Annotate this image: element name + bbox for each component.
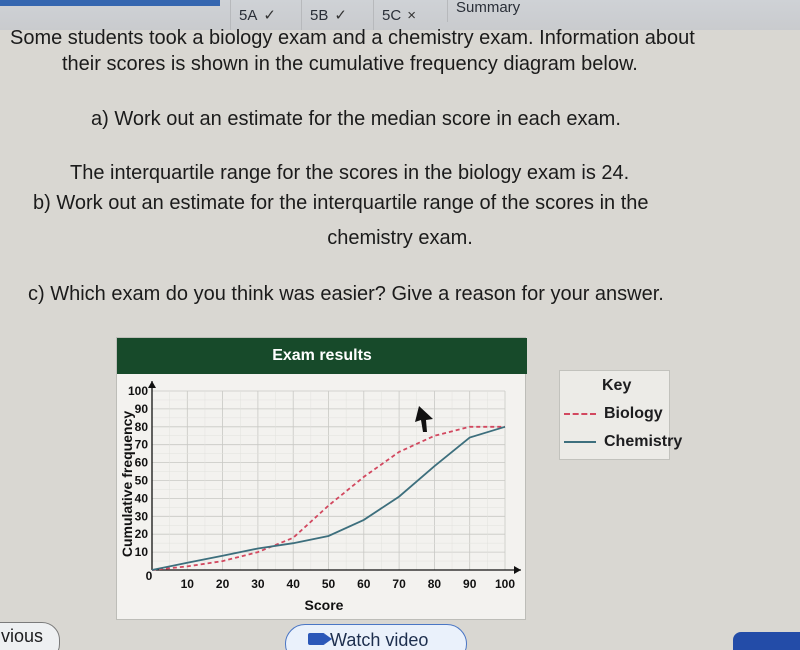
chart-key: Key Biology Chemistry	[559, 370, 682, 460]
tab-label: Summary	[456, 0, 521, 16]
question-part-c: c) Which exam do you think was easier? G…	[28, 283, 664, 305]
x-tick-label: 100	[495, 577, 515, 591]
tab-label: 5B	[310, 6, 329, 24]
axis-layer	[148, 381, 521, 574]
chart-title: Exam results	[117, 338, 527, 374]
x-axis-arrow	[514, 566, 521, 574]
check-icon: ✓	[263, 7, 276, 24]
question-part-b-line-2: chemistry exam.	[327, 227, 473, 249]
y-tick-label: 60	[135, 456, 149, 470]
x-tick-label: 30	[251, 577, 265, 591]
x-axis-label: Score	[305, 597, 344, 613]
y-tick-label: 10	[135, 545, 149, 559]
y-tick-label: 100	[128, 384, 148, 398]
tab-label: 5A	[239, 6, 258, 24]
x-tick-label: 60	[357, 577, 371, 591]
question-part-b-line-1: b) Work out an estimate for the interqua…	[33, 192, 649, 214]
y-tick-label: 30	[135, 509, 149, 523]
y-axis-label: Cumulative frequency	[119, 411, 135, 557]
x-tick-label: 40	[287, 577, 301, 591]
y-axis-arrow	[148, 381, 156, 388]
tab-label: 5C	[382, 6, 402, 24]
y-tick-label: 80	[135, 420, 149, 434]
chemistry-solid-line-icon	[564, 441, 596, 443]
top-accent-strip	[0, 0, 220, 6]
check-icon: ✓	[334, 7, 347, 24]
x-tick-label: 20	[216, 577, 230, 591]
key-item-chemistry: Chemistry	[564, 433, 682, 451]
y-tick-label: 20	[135, 527, 149, 541]
x-tick-label: 70	[392, 577, 406, 591]
y-tick-label: 90	[135, 402, 149, 416]
grid-layer	[152, 390, 506, 570]
chart-svg: 10 20 30 40 50 60 70 80 90 100 10 20 30 40 50 60 70 80 90 1…	[119, 381, 521, 613]
key-item-biology: Biology	[564, 405, 663, 423]
question-intro-line-1: Some students took a biology exam and a …	[10, 27, 695, 49]
cross-icon: ×	[407, 6, 416, 24]
key-label-chemistry: Chemistry	[604, 433, 683, 450]
key-title: Key	[602, 377, 632, 394]
tab-summary[interactable]: Summary	[447, 0, 528, 22]
y-tick-label: 40	[135, 491, 149, 505]
origin-label: 0	[146, 569, 153, 583]
x-tick-label: 80	[428, 577, 442, 591]
x-tick-label: 50	[322, 577, 336, 591]
previous-label: vious	[1, 626, 44, 646]
exam-results-chart: Exam results 10 20 30 40 50 60 70 80 90 100 10 20 30…	[116, 337, 527, 620]
previous-button[interactable]: vious	[0, 622, 60, 650]
x-tick-label: 10	[181, 577, 195, 591]
next-button[interactable]	[733, 632, 800, 650]
video-camera-icon	[308, 633, 332, 645]
y-tick-label: 50	[135, 474, 149, 488]
biology-dashed-line-icon	[564, 413, 596, 415]
y-tick-label: 70	[135, 438, 149, 452]
x-tick-label: 90	[463, 577, 477, 591]
watch-video-label: Watch video	[330, 630, 429, 650]
question-iqr-statement: The interquartile range for the scores i…	[70, 162, 630, 184]
question-part-a: a) Work out an estimate for the median s…	[91, 108, 621, 130]
question-intro-line-2: their scores is shown in the cumulative …	[62, 53, 638, 75]
mouse-cursor-icon	[415, 406, 433, 432]
key-label-biology: Biology	[604, 405, 663, 422]
watch-video-button[interactable]: Watch video	[285, 624, 467, 650]
